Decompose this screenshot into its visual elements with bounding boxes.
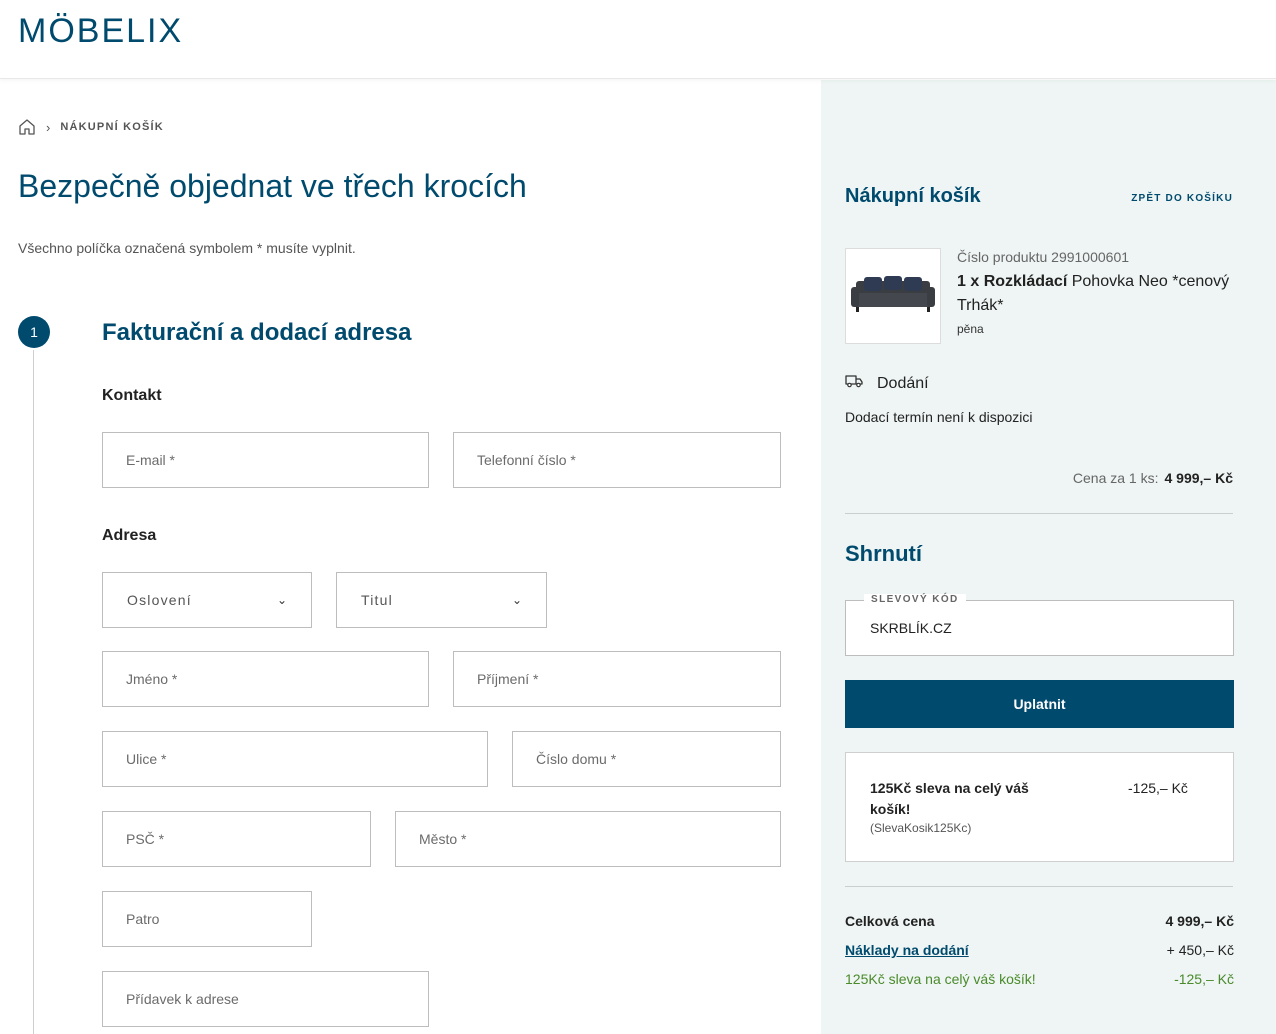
sofa-icon xyxy=(851,276,935,312)
salutation-select-label: Oslovení xyxy=(127,592,192,608)
city-field[interactable] xyxy=(395,811,781,867)
last-name-input[interactable] xyxy=(454,652,780,706)
discount-row: 125Kč sleva na celý váš košík! -125,– Kč xyxy=(845,971,1234,987)
brand-logo[interactable]: MÖBELIX xyxy=(18,12,183,51)
step-title: Fakturační a dodací adresa xyxy=(102,319,412,346)
shipping-row: Náklady na dodání + 450,– Kč xyxy=(845,942,1234,958)
floor-input[interactable] xyxy=(103,892,311,946)
coupon-label: SLEVOVÝ KÓD xyxy=(864,594,966,605)
unit-price-label: Cena za 1 ks: xyxy=(1072,470,1159,486)
address-extra-field[interactable] xyxy=(102,971,429,1027)
unit-price: Cena za 1 ks: 4 999,– Kč xyxy=(1073,470,1233,486)
chevron-down-icon: ⌄ xyxy=(511,593,522,607)
promo-title: 125Kč sleva na celý váš košík! xyxy=(870,780,1029,817)
email-input[interactable] xyxy=(103,433,428,487)
salutation-select[interactable]: Oslovení ⌄ xyxy=(102,572,312,628)
applied-promo-box: 125Kč sleva na celý váš košík! (SlevaKos… xyxy=(845,752,1234,862)
street-input[interactable] xyxy=(103,732,487,786)
zip-input[interactable] xyxy=(103,812,370,866)
discount-label: 125Kč sleva na celý váš košík! xyxy=(845,971,1036,987)
coupon-field[interactable]: SLEVOVÝ KÓD xyxy=(845,594,1234,656)
required-note: Všechno políčka označená symbolem * musí… xyxy=(18,240,356,256)
total-value: 4 999,– Kč xyxy=(1165,913,1235,929)
phone-input[interactable] xyxy=(454,433,780,487)
breadcrumb: › NÁKUPNÍ KOŠÍK xyxy=(18,118,164,136)
phone-field[interactable] xyxy=(453,432,781,488)
email-field[interactable] xyxy=(102,432,429,488)
first-name-field[interactable] xyxy=(102,651,429,707)
chevron-down-icon: ⌄ xyxy=(276,593,287,607)
unit-price-value: 4 999,– Kč xyxy=(1164,470,1234,486)
title-select[interactable]: Titul ⌄ xyxy=(336,572,547,628)
floor-field[interactable] xyxy=(102,891,312,947)
checkout-main: › NÁKUPNÍ KOŠÍK Bezpečně objednat ve tře… xyxy=(0,80,821,1034)
house-number-field[interactable] xyxy=(512,731,781,787)
house-number-input[interactable] xyxy=(513,732,780,786)
product-name[interactable]: 1 x Rozkládací Pohovka Neo *cenový Trhák… xyxy=(957,270,1242,318)
cart-sidebar: Nákupní košík ZPĚT DO KOŠÍKU Číslo produ… xyxy=(821,80,1276,1034)
first-name-input[interactable] xyxy=(103,652,428,706)
promo-amount: -125,– Kč xyxy=(1128,780,1188,796)
delivery-row: Dodání xyxy=(845,374,929,393)
promo-code: (SlevaKosik125Kc) xyxy=(870,821,972,835)
summary-title: Shrnutí xyxy=(845,541,922,566)
product-image[interactable] xyxy=(845,248,941,344)
street-field[interactable] xyxy=(102,731,488,787)
divider xyxy=(845,513,1233,514)
delivery-note: Dodací termín není k dispozici xyxy=(845,409,1033,425)
coupon-input[interactable] xyxy=(846,601,1233,655)
truck-icon xyxy=(845,374,863,393)
product-qty-bold: 1 x Rozkládací xyxy=(957,273,1068,290)
shipping-value: + 450,– Kč xyxy=(1166,942,1234,958)
step-connector-line xyxy=(33,350,34,1034)
back-to-cart-link[interactable]: ZPĚT DO KOŠÍKU xyxy=(1131,193,1233,204)
cart-title: Nákupní košík xyxy=(845,185,981,207)
step-number-badge: 1 xyxy=(18,316,50,348)
delivery-label: Dodání xyxy=(877,374,929,392)
divider xyxy=(845,886,1233,887)
title-select-label: Titul xyxy=(361,592,393,608)
city-input[interactable] xyxy=(396,812,780,866)
last-name-field[interactable] xyxy=(453,651,781,707)
chevron-right-icon: › xyxy=(46,119,51,135)
discount-value: -125,– Kč xyxy=(1174,971,1234,987)
product-number: Číslo produktu 2991000601 xyxy=(957,249,1130,265)
page-title: Bezpečně objednat ve třech krocích xyxy=(18,168,527,204)
home-icon[interactable] xyxy=(18,118,36,136)
address-extra-input[interactable] xyxy=(103,972,428,1026)
apply-coupon-button[interactable]: Uplatnit xyxy=(845,680,1234,728)
breadcrumb-current[interactable]: NÁKUPNÍ KOŠÍK xyxy=(60,121,164,133)
total-label: Celková cena xyxy=(845,913,935,929)
contact-section-label: Kontakt xyxy=(102,387,162,404)
shipping-cost-link[interactable]: Náklady na dodání xyxy=(845,942,969,958)
site-header: MÖBELIX xyxy=(0,0,1276,79)
zip-field[interactable] xyxy=(102,811,371,867)
address-section-label: Adresa xyxy=(102,527,157,544)
product-variant: pěna xyxy=(957,322,984,336)
total-row: Celková cena 4 999,– Kč xyxy=(845,913,1234,929)
